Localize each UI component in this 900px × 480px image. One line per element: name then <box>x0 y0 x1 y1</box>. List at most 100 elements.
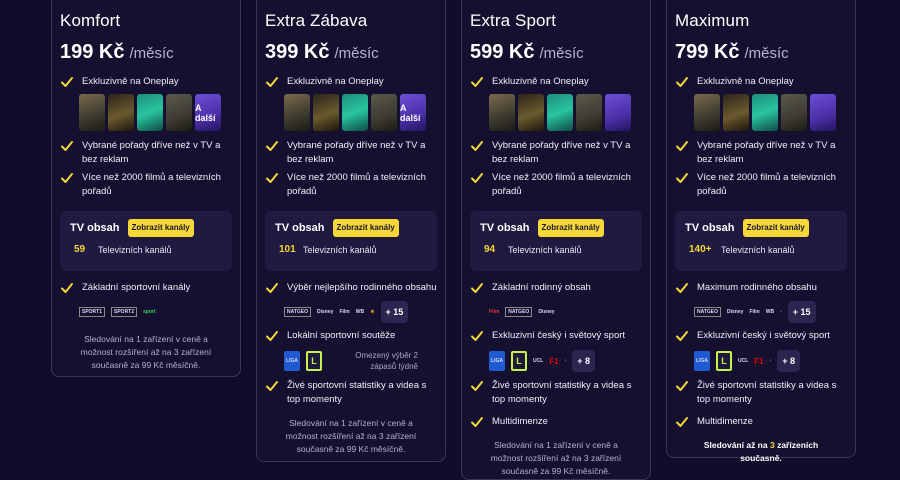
show-poster[interactable] <box>108 94 134 131</box>
show-poster[interactable] <box>518 94 544 131</box>
feature-live-stats: Živé sportovní statistiky a videa s top … <box>675 379 847 407</box>
feature-text: Lokální sportovní soutěže <box>287 330 396 341</box>
show-channels-button[interactable]: Zobrazit kanály <box>332 219 399 237</box>
l-logo: L <box>306 351 322 371</box>
wb-logo: WB <box>765 309 775 315</box>
feature-text: Živé sportovní statistiky a videa s top … <box>697 380 837 405</box>
price-period: /měsíc <box>744 45 789 62</box>
feature-text: Exkluzivně na Oneplay <box>492 76 589 87</box>
more-dots-icon: · <box>564 358 567 364</box>
show-poster[interactable] <box>313 94 339 131</box>
feature-exclusive: Exkluzivně na Oneplay <box>265 75 437 89</box>
plan-name: Extra Sport <box>470 11 557 30</box>
price-row: 399 Kč /měsíc <box>265 41 437 71</box>
feature-text: Živé sportovní statistiky a videa s top … <box>287 380 427 405</box>
feature-sport: Exkluzivní český i světový sport <box>675 329 847 343</box>
show-poster[interactable] <box>605 94 631 131</box>
feature-local-sport: Lokální sportovní soutěže <box>265 329 437 343</box>
show-poster[interactable] <box>781 94 807 131</box>
disney-logo: Disney <box>538 309 555 315</box>
device-footer-note: Sledování na 1 zařízení v ceně a možnost… <box>490 440 622 476</box>
feature-exclusive: Exkluzivně na Oneplay <box>60 75 232 89</box>
show-poster[interactable] <box>752 94 778 131</box>
more-sports-button[interactable]: + 8 <box>572 350 596 372</box>
feature-live-stats: Živé sportovní statistiky a videa s top … <box>265 379 437 407</box>
show-channels-button[interactable]: Zobrazit kanály <box>537 219 604 237</box>
chance-liga-logo: LIGA <box>694 351 710 371</box>
check-icon <box>470 139 484 153</box>
channel-count: 94 <box>484 244 496 255</box>
feature-multidimenze: Multidimenze <box>675 415 847 429</box>
feature-sport-channels: Základní sportovní kanály <box>60 281 232 295</box>
show-channels-button[interactable]: Zobrazit kanály <box>127 219 194 237</box>
check-icon <box>470 281 484 295</box>
check-icon <box>675 281 689 295</box>
feature-early: Vybrané pořady dříve než v TV a bez rekl… <box>60 139 232 167</box>
plan-price: 799 Kč <box>675 41 740 63</box>
plan-price: 599 Kč <box>470 41 535 63</box>
check-icon <box>675 171 689 185</box>
show-poster[interactable] <box>371 94 397 131</box>
show-poster[interactable] <box>810 94 836 131</box>
feature-text: Exkluzivně na Oneplay <box>82 76 179 87</box>
show-poster[interactable] <box>547 94 573 131</box>
check-icon <box>675 379 689 393</box>
feature-films: Více než 2000 filmů a televizních pořadů <box>675 171 847 199</box>
more-sports-button[interactable]: + 8 <box>777 350 801 372</box>
show-poster[interactable] <box>137 94 163 131</box>
film-logo: Film <box>489 309 500 315</box>
channel-logos: SPORT1 SPORT2 sport <box>79 301 232 323</box>
feature-text: Více než 2000 filmů a televizních pořadů <box>697 172 836 197</box>
plan-name: Extra Zábava <box>265 11 368 30</box>
footer-before: Sledování až na <box>703 440 770 450</box>
check-icon <box>470 329 484 343</box>
show-poster[interactable] <box>284 94 310 131</box>
show-poster[interactable] <box>166 94 192 131</box>
channel-count-label: Televizních kanálů <box>721 244 795 255</box>
chance-liga-logo: LIGA <box>489 351 505 371</box>
device-footer-note: Sledování až na 3 zařízeních současně. <box>675 439 847 465</box>
check-icon <box>265 379 279 393</box>
check-icon <box>675 75 689 89</box>
wb-logo: WB <box>355 309 365 315</box>
tv-content-label: TV obsah <box>275 222 325 234</box>
tv-content-box: TV obsah Zobrazit kanály 94 Televizních … <box>470 211 642 271</box>
more-shows-poster[interactable]: A další <box>195 94 221 131</box>
show-poster[interactable] <box>342 94 368 131</box>
sport2-logo: SPORT2 <box>111 307 138 317</box>
feature-early: Vybrané pořady dříve než v TV a bez rekl… <box>265 139 437 167</box>
feature-text: Vybrané pořady dříve než v TV a bez rekl… <box>492 140 631 165</box>
show-poster[interactable] <box>694 94 720 131</box>
feature-exclusive: Exkluzivně na Oneplay <box>675 75 847 89</box>
price-period: /měsíc <box>539 45 584 62</box>
channel-count: 59 <box>74 244 86 255</box>
show-poster[interactable] <box>79 94 105 131</box>
more-channels-button[interactable]: + 15 <box>380 301 409 323</box>
feature-text: Exkluzivní český i světový sport <box>697 330 831 341</box>
more-channels-button[interactable]: + 15 <box>787 301 816 323</box>
check-icon <box>675 415 689 429</box>
show-poster[interactable] <box>576 94 602 131</box>
disney-logo: Disney <box>317 309 334 315</box>
check-icon <box>470 415 484 429</box>
check-icon <box>265 281 279 295</box>
feature-text: Více než 2000 filmů a televizních pořadů <box>82 172 221 197</box>
feature-exclusive: Exkluzivně na Oneplay <box>470 75 642 89</box>
show-poster[interactable] <box>489 94 515 131</box>
feature-text: Multidimenze <box>492 416 548 427</box>
feature-text: Více než 2000 filmů a televizních pořadů <box>492 172 631 197</box>
check-icon <box>470 171 484 185</box>
l-logo: L <box>716 351 732 371</box>
poster-row <box>694 94 847 131</box>
tv-content-box: TV obsah Zobrazit kanály 140+ Televizníc… <box>675 211 847 271</box>
feature-text: Základní sportovní kanály <box>82 282 191 293</box>
show-channels-button[interactable]: Zobrazit kanály <box>742 219 809 237</box>
show-poster[interactable] <box>723 94 749 131</box>
device-footer-note: Sledování na 1 zařízení v ceně a možnost… <box>285 418 417 454</box>
check-icon <box>470 75 484 89</box>
feature-multidimenze: Multidimenze <box>470 415 642 429</box>
plan-card-extra-sport: Extra Sport 599 Kč /měsíc Exkluzivně na … <box>461 0 651 480</box>
more-shows-poster[interactable]: A další <box>400 94 426 131</box>
feature-live-stats: Živé sportovní statistiky a videa s top … <box>470 379 642 407</box>
champions-league-logo: UCL <box>533 358 544 364</box>
